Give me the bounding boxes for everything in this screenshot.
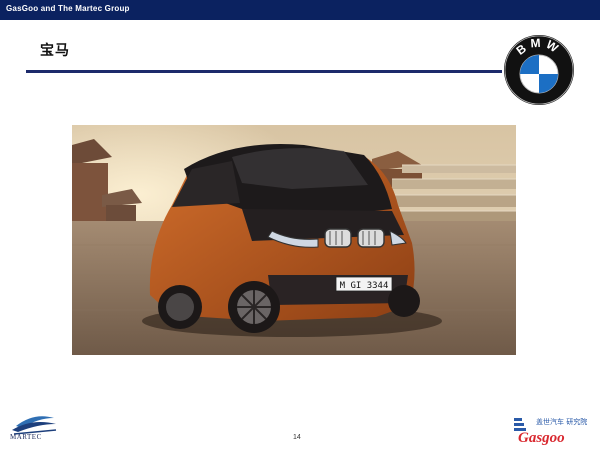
gasgoo-logo: 盖世汽车 研究院 Gasgoo	[514, 417, 587, 446]
bmw-i3-photo: M GI 3344	[72, 125, 516, 355]
header-bar: GasGoo and The Martec Group	[0, 0, 600, 20]
slide-title: 宝马	[40, 43, 70, 59]
header-brand-text: GasGoo and The Martec Group	[6, 4, 130, 13]
gasgoo-name: Gasgoo	[518, 430, 565, 446]
page-number: 14	[293, 434, 301, 441]
gasgoo-chinese: 盖世汽车 研究院	[536, 417, 587, 426]
martec-name: MARTEC	[10, 433, 42, 441]
license-plate-text: M GI 3344	[340, 281, 389, 291]
bmw-logo: BMW	[504, 35, 574, 105]
title-divider	[26, 70, 502, 73]
